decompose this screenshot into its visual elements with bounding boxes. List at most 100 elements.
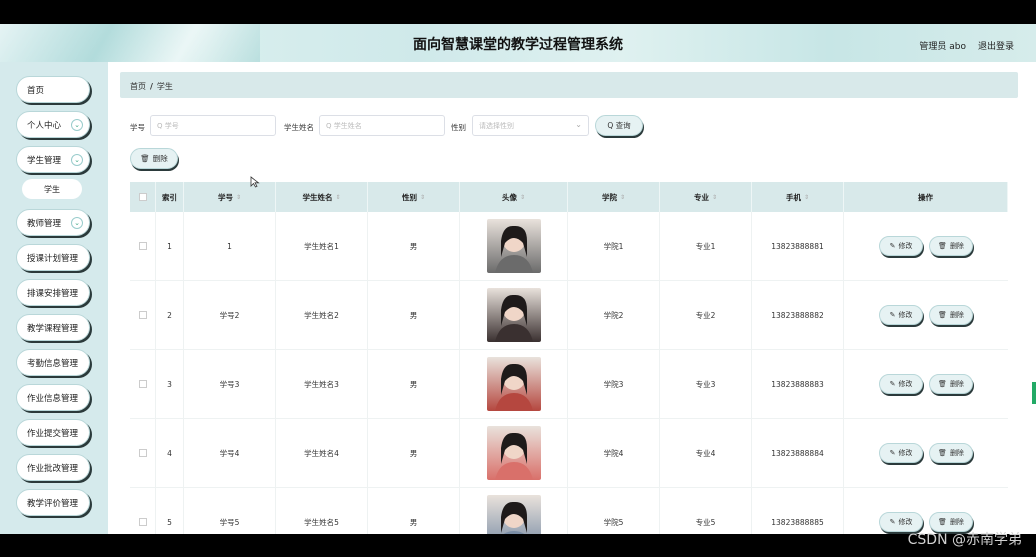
col-major-label: 专业 — [693, 192, 709, 202]
table-row: 4 学号4 学生姓名4 男 学院4 专业4 13823888884 ✎ 修改 🗑 删除 — [130, 419, 1008, 488]
edit-label: 修改 — [898, 380, 913, 388]
chevron-down-icon: ⌄ — [71, 154, 83, 166]
trash-icon: 🗑 — [938, 380, 947, 388]
pencil-icon: ✎ — [889, 518, 896, 526]
gender-select[interactable]: 请选择性别 ⌄ — [472, 115, 589, 136]
cell-index: 5 — [156, 488, 184, 534]
row-checkbox[interactable] — [138, 380, 147, 388]
sort-icon: ⇕ — [235, 193, 242, 201]
row-select-cell[interactable] — [130, 419, 156, 487]
row-select-cell[interactable] — [130, 488, 156, 534]
sidebar-item[interactable]: 作业提交管理 — [16, 419, 90, 446]
row-select-cell[interactable] — [130, 212, 156, 280]
chevron-down-icon: ⌄ — [71, 119, 83, 131]
sidebar-item[interactable]: 作业批改管理 — [16, 454, 90, 481]
delete-label: 删除 — [949, 380, 964, 388]
select-all-cell[interactable] — [130, 182, 156, 212]
cell-phone: 13823888882 — [752, 281, 844, 349]
sidebar: 首页个人中心 ⌄ 学生管理 ⌄ 教师管理 ⌄ 授课计划管理排课安排管理 教学课程管理考勤信息管… — [0, 62, 108, 534]
cell-index: 3 — [156, 350, 184, 418]
edit-label: 修改 — [898, 311, 913, 319]
students-table: 索引 学号 ⇕ 学生姓名 ⇕ 性别 ⇕ 头像 ⇕ 学院 ⇕ 专业 ⇕ 手机 ⇕ 操作 1 1 学生… — [130, 182, 1008, 534]
row-checkbox[interactable] — [138, 242, 147, 250]
scrollbar-thumb[interactable] — [1032, 382, 1036, 404]
cell-phone: 13823888883 — [752, 350, 844, 418]
table-row: 1 1 学生姓名1 男学院1 专业1 13823888881 ✎ 修改 🗑 删除 — [130, 212, 1008, 281]
col-college-label: 学院 — [601, 192, 617, 202]
trash-icon: 🗑 — [938, 242, 947, 250]
cell-phone: 13823888881 — [752, 212, 844, 280]
avatar-photo — [500, 501, 527, 534]
col-phone[interactable]: 手机 ⇕ — [752, 182, 844, 212]
row-checkbox[interactable] — [138, 311, 147, 319]
row-select-cell[interactable] — [130, 281, 156, 349]
cell-student-no: 1 — [184, 212, 276, 280]
sidebar-item[interactable]: 首页 — [16, 76, 90, 103]
col-avatar[interactable]: 头像 ⇕ — [460, 182, 568, 212]
sidebar-item-label: 考勤信息管理 — [27, 358, 79, 369]
bulk-delete-button[interactable]: 🗑 删除 — [130, 148, 178, 169]
col-major[interactable]: 专业 ⇕ — [660, 182, 752, 212]
cell-index: 2 — [156, 281, 184, 349]
sidebar-item[interactable]: 教师管理 ⌄ — [16, 209, 90, 236]
sort-icon: ⇕ — [335, 193, 341, 201]
bulk-delete-label: 删除 — [152, 154, 168, 163]
sidebar-item-label: 作业批改管理 — [27, 463, 79, 474]
sidebar-item[interactable]: 排课安排管理 — [16, 279, 90, 306]
cell-college: 学院1 — [568, 212, 660, 280]
breadcrumb-separator: / — [150, 82, 153, 91]
delete-button[interactable]: 🗑 删除 — [929, 374, 973, 394]
sidebar-item[interactable]: 学生管理 ⌄ — [16, 146, 90, 173]
delete-button[interactable]: 🗑 删除 — [929, 305, 973, 325]
row-checkbox[interactable] — [138, 449, 147, 457]
edit-button[interactable]: ✎ 修改 — [879, 443, 923, 463]
sidebar-item[interactable]: 教学课程管理 — [16, 314, 90, 341]
sidebar-item[interactable]: 考勤信息管理 — [16, 349, 90, 376]
avatar-photo — [494, 225, 533, 273]
col-student-name[interactable]: 学生姓名 ⇕ — [276, 182, 368, 212]
cell-student-name: 学生姓名3 — [276, 350, 368, 418]
cell-avatar — [460, 212, 568, 280]
cell-major: 专业1 — [660, 212, 752, 280]
breadcrumb-home[interactable]: 首页 — [130, 82, 146, 91]
sidebar-item[interactable]: 教学评价管理 — [16, 489, 90, 516]
edit-button[interactable]: ✎ 修改 — [879, 305, 923, 325]
row-select-cell[interactable] — [130, 350, 156, 418]
watermark: CSDN @赤南学弟 — [907, 532, 1022, 548]
col-gender[interactable]: 性别 ⇕ — [368, 182, 460, 212]
student-no-input[interactable]: Q 学号 — [150, 115, 276, 136]
col-student-no[interactable]: 学号 ⇕ — [184, 182, 276, 212]
col-phone-label: 手机 — [785, 192, 801, 202]
chevron-down-icon: ⌄ — [71, 217, 83, 229]
query-button[interactable]: Q 查询 — [595, 115, 643, 136]
cell-major: 专业3 — [660, 350, 752, 418]
table-row: 2 学号2 学生姓名2 男 学院2 专业2 13823888882 ✎ 修改 🗑 删除 — [130, 281, 1008, 350]
avatar — [486, 219, 541, 273]
delete-button[interactable]: 🗑 删除 — [929, 236, 973, 256]
cell-college: 学院2 — [568, 281, 660, 349]
pencil-icon: ✎ — [889, 380, 896, 388]
row-checkbox[interactable] — [138, 518, 147, 526]
student-name-input[interactable]: Q 学生姓名 — [319, 115, 445, 136]
pencil-icon: ✎ — [889, 311, 896, 319]
sidebar-item-label: 授课计划管理 — [27, 253, 79, 264]
student-name-label: 学生姓名 — [284, 123, 314, 132]
cell-index: 1 — [156, 212, 184, 280]
sidebar-item[interactable]: 个人中心 ⌄ — [16, 111, 90, 138]
sidebar-subitem-students[interactable]: 学生 — [22, 179, 82, 199]
sidebar-item[interactable]: 授课计划管理 — [16, 244, 90, 271]
cell-college: 学院4 — [568, 419, 660, 487]
cell-gender: 男 — [368, 488, 460, 534]
select-all-checkbox[interactable] — [138, 193, 147, 201]
cell-actions: ✎ 修改 🗑 删除 — [844, 212, 1008, 280]
gender-select-placeholder: 请选择性别 — [479, 121, 514, 130]
sort-icon: ⇕ — [803, 193, 810, 201]
col-college[interactable]: 学院 ⇕ — [568, 182, 660, 212]
logout-link[interactable]: 退出登录 — [978, 39, 1014, 52]
table-row: 3 学号3 学生姓名3 男 学院3 专业3 13823888883 ✎ 修改 🗑 删除 — [130, 350, 1008, 419]
edit-button[interactable]: ✎ 修改 — [879, 374, 923, 394]
mouse-cursor-icon — [250, 176, 260, 188]
delete-button[interactable]: 🗑 删除 — [929, 443, 973, 463]
edit-button[interactable]: ✎ 修改 — [879, 236, 923, 256]
sidebar-item[interactable]: 作业信息管理 — [16, 384, 90, 411]
